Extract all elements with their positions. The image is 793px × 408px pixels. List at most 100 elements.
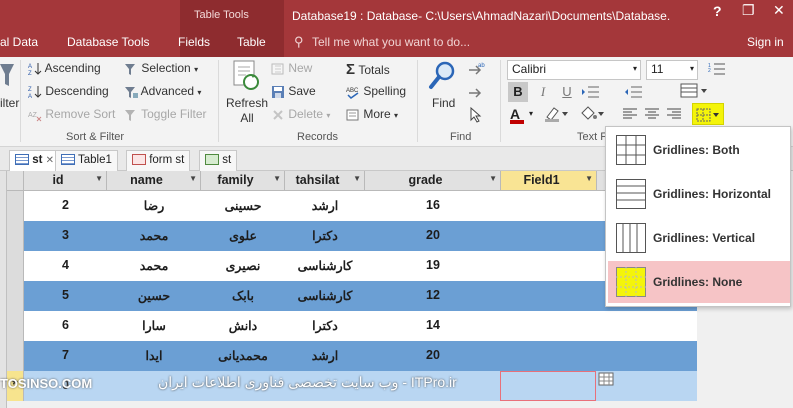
- align-center-icon[interactable]: [644, 107, 660, 124]
- doc-tab-form-st[interactable]: form st: [126, 150, 191, 171]
- chevron-down-icon[interactable]: ▼: [585, 174, 593, 183]
- doc-tab-table1[interactable]: Table1: [55, 150, 118, 171]
- table-row[interactable]: 2 رضا حسینی ارشد 16: [24, 191, 697, 221]
- cell-tahsilat[interactable]: کارشناسی: [285, 258, 365, 273]
- replace-icon[interactable]: ab: [466, 60, 486, 83]
- align-right-icon[interactable]: [666, 107, 682, 124]
- table-row[interactable]: 7 ایدا محمدیانی ارشد 20: [24, 341, 697, 371]
- select-icon[interactable]: [466, 106, 486, 127]
- italic-button[interactable]: I: [533, 82, 553, 102]
- cell-id[interactable]: 5: [24, 288, 107, 302]
- tab-fields[interactable]: Fields: [178, 35, 210, 49]
- align-left-icon[interactable]: [622, 107, 638, 124]
- cell-name[interactable]: محمد: [107, 258, 201, 273]
- selection-button[interactable]: Selection ▾: [124, 61, 198, 76]
- cell-family[interactable]: نصیری: [201, 258, 285, 273]
- column-header-tahsilat[interactable]: tahsilat ▼: [285, 171, 365, 191]
- cell-name[interactable]: حسین: [107, 288, 201, 303]
- column-header-family[interactable]: family ▼: [201, 171, 285, 191]
- tab-external-data[interactable]: al Data: [0, 35, 38, 49]
- cell-tahsilat[interactable]: ارشد: [285, 198, 365, 213]
- cell-tahsilat[interactable]: ارشد: [285, 348, 365, 363]
- more-button[interactable]: More ▾: [346, 107, 398, 122]
- gridlines-button[interactable]: [692, 103, 724, 125]
- totals-button[interactable]: Σ Totals: [346, 61, 390, 78]
- chevron-down-icon[interactable]: ▼: [273, 174, 281, 183]
- descending-button[interactable]: ZA Descending: [28, 84, 109, 99]
- filter-button-label[interactable]: ilter: [0, 96, 19, 110]
- delete-record-button[interactable]: Delete ▾: [271, 107, 330, 122]
- cell-family[interactable]: بابک: [201, 288, 285, 303]
- font-name-select[interactable]: Calibri ▾: [507, 60, 641, 80]
- cell-id[interactable]: 4: [24, 258, 107, 272]
- tab-table[interactable]: Table: [237, 35, 266, 49]
- doc-tab-st[interactable]: st ✕: [9, 150, 61, 171]
- cell-grade[interactable]: 20: [365, 348, 501, 362]
- cell-tahsilat[interactable]: دکترا: [285, 318, 365, 333]
- cell-family[interactable]: حسینی: [201, 198, 285, 213]
- cell-id[interactable]: 2: [24, 198, 107, 212]
- font-color-button[interactable]: A: [510, 106, 524, 124]
- gridlines-vertical-option[interactable]: Gridlines: Vertical: [608, 217, 790, 259]
- cell-name[interactable]: سارا: [107, 318, 201, 333]
- new-record-button[interactable]: New: [271, 61, 312, 76]
- cell-tahsilat[interactable]: کارشناسی: [285, 288, 365, 303]
- advanced-button[interactable]: Advanced ▾: [124, 84, 201, 99]
- column-header-name[interactable]: name ▼: [107, 171, 201, 191]
- indent-icon[interactable]: [581, 84, 601, 103]
- row-selector[interactable]: [7, 221, 24, 251]
- cell-family[interactable]: علوی: [201, 228, 285, 243]
- gridlines-horizontal-option[interactable]: Gridlines: Horizontal: [608, 173, 790, 215]
- chevron-down-icon[interactable]: ▼: [353, 174, 361, 183]
- help-button[interactable]: ?: [713, 3, 722, 19]
- cell-family[interactable]: دانش: [201, 318, 285, 333]
- column-header-grade[interactable]: grade ▼: [365, 171, 501, 191]
- tell-me-box[interactable]: Tell me what you want to do...: [312, 35, 470, 49]
- refresh-all-button[interactable]: Refresh All: [226, 96, 268, 126]
- table-row[interactable]: 3 محمد علوی دکترا 20: [24, 221, 697, 251]
- row-selector[interactable]: [7, 311, 24, 341]
- fill-color-icon[interactable]: [579, 105, 605, 126]
- cell-id[interactable]: 3: [24, 228, 107, 242]
- toggle-filter-button[interactable]: Toggle Filter: [124, 107, 207, 122]
- chevron-down-icon[interactable]: ▼: [189, 174, 197, 183]
- alternate-row-color-icon[interactable]: [680, 82, 708, 103]
- cell-grade[interactable]: 16: [365, 198, 501, 212]
- tab-database-tools[interactable]: Database Tools: [67, 35, 150, 49]
- table-row[interactable]: 6 سارا دانش دکترا 14: [24, 311, 697, 341]
- doc-tab-query-st[interactable]: st: [199, 150, 238, 171]
- cell-grade[interactable]: 12: [365, 288, 501, 302]
- restore-button[interactable]: ❐: [742, 2, 755, 19]
- spelling-button[interactable]: ABC Spelling: [346, 84, 406, 99]
- remove-sort-button[interactable]: AZ Remove Sort: [28, 107, 115, 122]
- cell-grade[interactable]: 19: [365, 258, 501, 272]
- highlight-icon[interactable]: [543, 105, 569, 126]
- row-selector[interactable]: [7, 281, 24, 311]
- table-row[interactable]: 4 محمد نصیری کارشناسی 19: [24, 251, 697, 281]
- cell-grade[interactable]: 20: [365, 228, 501, 242]
- row-selector[interactable]: [7, 191, 24, 221]
- outdent-icon[interactable]: [624, 84, 644, 103]
- save-record-button[interactable]: Save: [271, 84, 316, 99]
- gridlines-none-option[interactable]: Gridlines: None: [608, 261, 790, 303]
- chevron-down-icon[interactable]: ▾: [529, 109, 533, 118]
- numbering-icon[interactable]: 12: [707, 60, 727, 81]
- cell-name[interactable]: ایدا: [107, 348, 201, 363]
- cell-grade[interactable]: 14: [365, 318, 501, 332]
- column-header-id[interactable]: id ▼: [24, 171, 107, 191]
- gridlines-both-option[interactable]: Gridlines: Both: [608, 129, 790, 171]
- cell-tahsilat[interactable]: دکترا: [285, 228, 365, 243]
- table-row[interactable]: 5 حسین بابک کارشناسی 12: [24, 281, 697, 311]
- find-button[interactable]: Find: [432, 96, 455, 110]
- bold-button[interactable]: B: [508, 82, 528, 102]
- chevron-down-icon[interactable]: ▼: [95, 174, 103, 183]
- close-button[interactable]: ✕: [773, 2, 785, 19]
- font-size-select[interactable]: 11 ▾: [646, 60, 698, 80]
- close-icon[interactable]: ✕: [46, 155, 54, 166]
- cell-id[interactable]: 7: [24, 348, 107, 362]
- cell-id[interactable]: 6: [24, 318, 107, 332]
- sign-in-link[interactable]: Sign in: [747, 35, 784, 49]
- ascending-button[interactable]: AZ Ascending: [28, 61, 101, 76]
- cell-name[interactable]: رضا: [107, 198, 201, 213]
- underline-button[interactable]: U: [557, 82, 577, 102]
